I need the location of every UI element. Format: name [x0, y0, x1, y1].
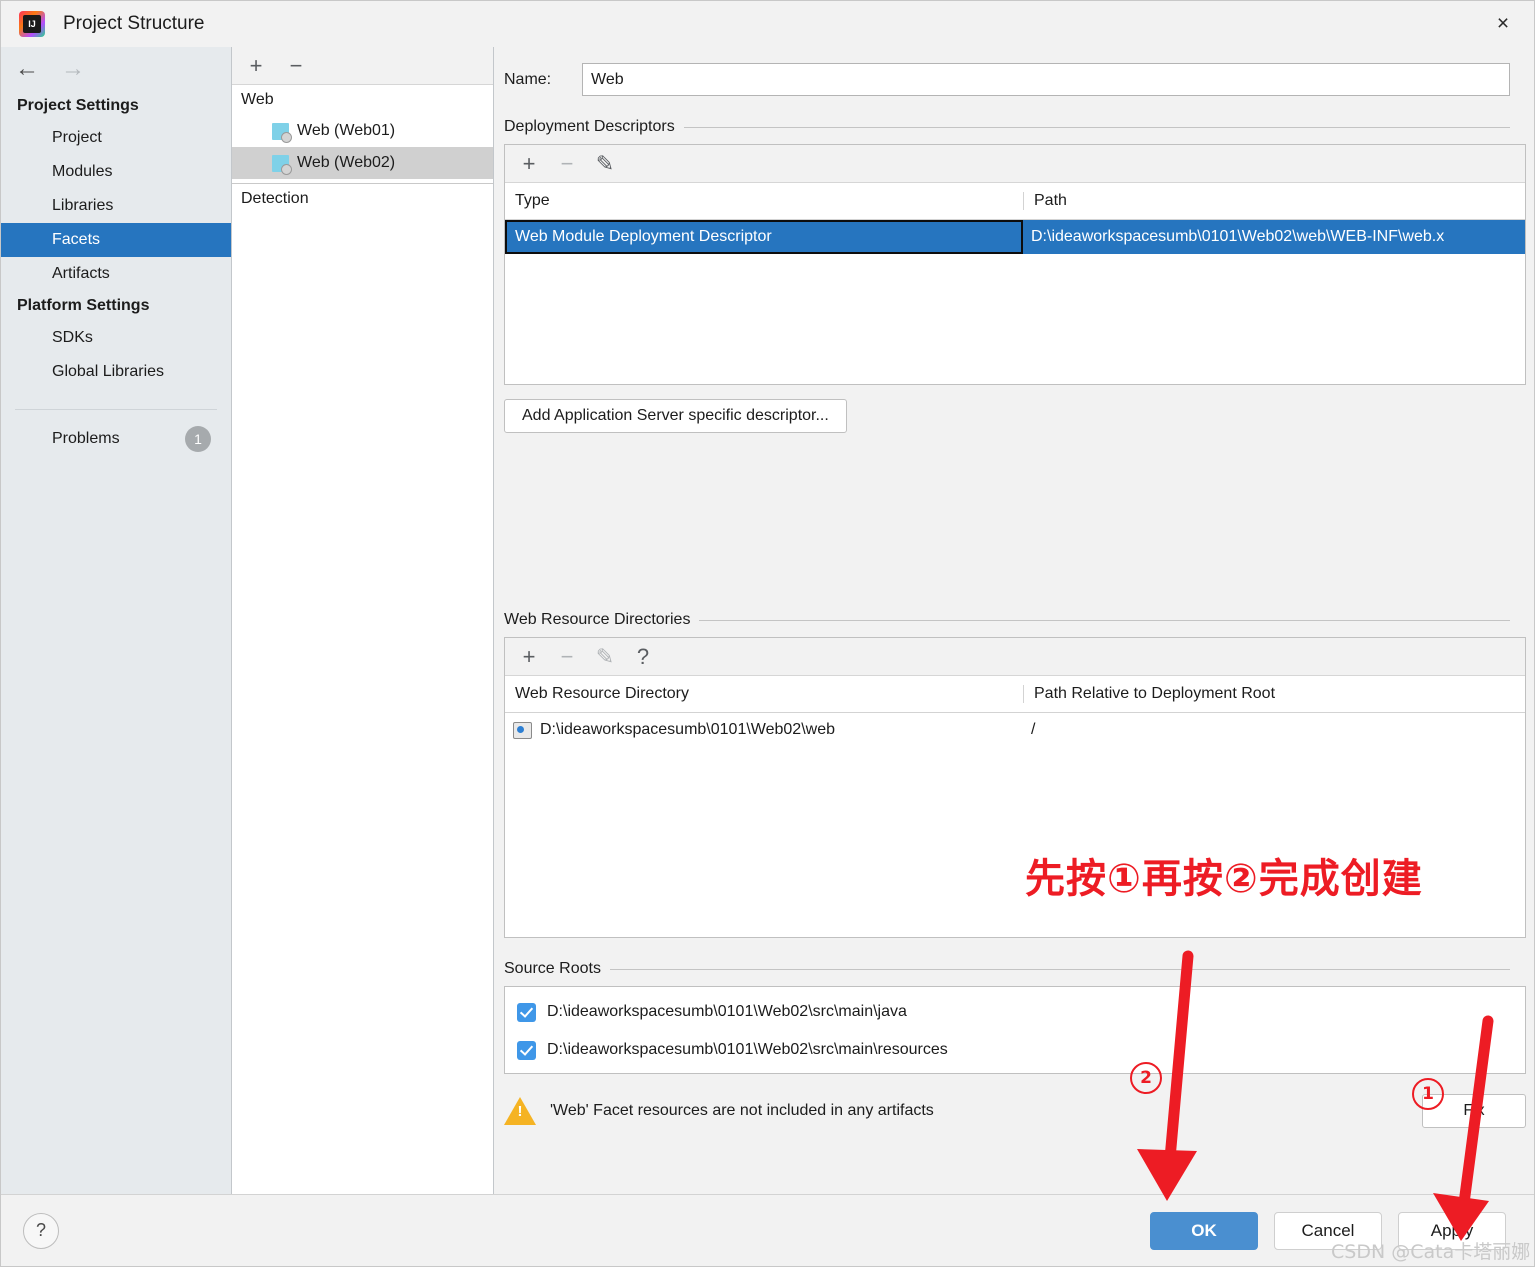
- edit-web-resource-icon[interactable]: ✎: [595, 645, 615, 668]
- source-roots-title: Source Roots: [504, 960, 601, 977]
- warning-triangle-icon: [504, 1097, 536, 1125]
- facet-detail-pane: Name: Deployment Descriptors + − ✎ Type …: [494, 47, 1534, 1194]
- deployment-descriptors-empty-area: [505, 254, 1525, 384]
- column-header-type[interactable]: Type: [505, 192, 1023, 210]
- sidebar-item-modules[interactable]: Modules: [1, 155, 231, 189]
- facet-tree-item-label: Web (Web02): [297, 154, 396, 171]
- folder-icon: [513, 721, 532, 739]
- web-resource-directories-toolbar: + − ✎ ?: [505, 638, 1525, 676]
- back-arrow-icon[interactable]: ←: [15, 57, 39, 81]
- source-roots-header: Source Roots: [504, 960, 1510, 978]
- deployment-descriptors-table-header: Type Path: [505, 183, 1525, 220]
- dialog-footer: ? OK Cancel Apply: [1, 1194, 1534, 1266]
- source-root-path: D:\ideaworkspacesumb\0101\Web02\src\main…: [547, 1041, 948, 1058]
- deployment-descriptors-toolbar: + − ✎: [505, 145, 1525, 183]
- source-root-path: D:\ideaworkspacesumb\0101\Web02\src\main…: [547, 1003, 907, 1020]
- sidebar-item-facets[interactable]: Facets: [1, 223, 231, 257]
- table-row[interactable]: D:\ideaworkspacesumb\0101\Web02\web /: [505, 713, 1525, 747]
- group-divider-line: [683, 126, 1510, 128]
- facet-warning-bar: 'Web' Facet resources are not included i…: [504, 1090, 1526, 1132]
- intellij-idea-logo-icon: [19, 11, 45, 37]
- project-structure-dialog: Project Structure × ← → Project Settings…: [0, 0, 1535, 1267]
- dialog-body: ← → Project Settings Project Modules Lib…: [1, 47, 1534, 1194]
- column-header-path[interactable]: Path: [1023, 192, 1525, 210]
- sidebar-item-libraries[interactable]: Libraries: [1, 189, 231, 223]
- source-roots-panel: D:\ideaworkspacesumb\0101\Web02\src\main…: [504, 986, 1526, 1074]
- facet-tree-item-web02[interactable]: Web (Web02): [232, 147, 493, 179]
- title-bar: Project Structure ×: [1, 1, 1534, 47]
- navigation-arrows: ← →: [1, 47, 231, 91]
- checkbox-checked-icon[interactable]: [517, 1002, 536, 1022]
- web-resource-table-header: Web Resource Directory Path Relative to …: [505, 676, 1525, 713]
- annotation-marker-two: 2: [1130, 1062, 1162, 1094]
- table-row[interactable]: Web Module Deployment Descriptor D:\idea…: [505, 220, 1525, 254]
- column-header-path-relative[interactable]: Path Relative to Deployment Root: [1023, 685, 1525, 703]
- web-resource-relative-path-cell: /: [1031, 721, 1036, 738]
- annotation-marker-one: 1: [1412, 1078, 1444, 1110]
- problems-count-badge: 1: [185, 426, 211, 452]
- edit-descriptor-icon[interactable]: ✎: [595, 152, 615, 175]
- remove-descriptor-icon[interactable]: −: [557, 152, 577, 175]
- sidebar-item-sdks[interactable]: SDKs: [1, 321, 231, 355]
- window-title: Project Structure: [63, 13, 205, 34]
- sidebar-item-artifacts[interactable]: Artifacts: [1, 257, 231, 291]
- remove-web-resource-icon[interactable]: −: [557, 645, 577, 668]
- remove-facet-icon[interactable]: −: [286, 54, 306, 77]
- facet-tree-group-detection[interactable]: Detection: [232, 184, 493, 214]
- sidebar-item-problems[interactable]: Problems 1: [1, 410, 231, 458]
- web-facet-icon: [272, 154, 292, 175]
- close-icon[interactable]: ×: [1472, 1, 1534, 46]
- sidebar-section-project-settings: Project Settings: [17, 97, 139, 114]
- group-divider-line: [609, 968, 1510, 970]
- add-descriptor-icon[interactable]: +: [519, 152, 539, 175]
- name-row: Name:: [494, 47, 1530, 96]
- list-item[interactable]: D:\ideaworkspacesumb\0101\Web02\src\main…: [505, 1031, 1525, 1069]
- add-application-server-descriptor-button[interactable]: Add Application Server specific descript…: [504, 399, 847, 433]
- descriptor-path-cell: D:\ideaworkspacesumb\0101\Web02\web\WEB-…: [1023, 220, 1525, 254]
- ok-button[interactable]: OK: [1150, 1211, 1258, 1250]
- facet-tree-toolbar: + −: [232, 47, 493, 85]
- descriptor-type-cell: Web Module Deployment Descriptor: [505, 220, 1023, 254]
- facet-tree-item-web01[interactable]: Web (Web01): [232, 115, 493, 147]
- checkbox-checked-icon[interactable]: [517, 1040, 536, 1060]
- list-item[interactable]: D:\ideaworkspacesumb\0101\Web02\src\main…: [505, 993, 1525, 1031]
- facet-tree-group-web: Web: [241, 91, 274, 108]
- warning-message: 'Web' Facet resources are not included i…: [550, 1102, 934, 1119]
- forward-arrow-icon[interactable]: →: [61, 57, 85, 81]
- annotation-instruction-text: 先按①再按②完成创建: [1025, 856, 1423, 902]
- problems-label: Problems: [52, 430, 120, 447]
- web-resource-directory-text: D:\ideaworkspacesumb\0101\Web02\web: [540, 721, 835, 738]
- deployment-descriptors-panel: + − ✎ Type Path Web Module Deployment De…: [504, 144, 1526, 385]
- deployment-descriptors-title: Deployment Descriptors: [504, 118, 675, 135]
- sidebar-item-project[interactable]: Project: [1, 121, 231, 155]
- web-resource-directories-title: Web Resource Directories: [504, 611, 691, 628]
- web-resource-directories-header: Web Resource Directories: [504, 611, 1510, 629]
- csdn-watermark: CSDN @Cata卡塔丽娜: [1331, 1241, 1531, 1263]
- web-resource-directory-cell: D:\ideaworkspacesumb\0101\Web02\web: [505, 713, 1023, 747]
- column-header-web-resource-directory[interactable]: Web Resource Directory: [505, 685, 1023, 703]
- web-resource-empty-area: [505, 747, 1525, 937]
- name-input[interactable]: [582, 63, 1510, 96]
- add-server-descriptor-wrap: Add Application Server specific descript…: [504, 399, 1530, 433]
- settings-sidebar: ← → Project Settings Project Modules Lib…: [1, 47, 232, 1194]
- help-icon[interactable]: ?: [23, 1212, 59, 1249]
- sidebar-section-platform-settings: Platform Settings: [17, 297, 150, 314]
- add-web-resource-icon[interactable]: +: [519, 645, 539, 668]
- name-label: Name:: [504, 70, 552, 88]
- group-divider-line: [699, 619, 1510, 621]
- help-web-resource-icon[interactable]: ?: [633, 645, 653, 668]
- facet-tree-item-label: Web (Web01): [297, 122, 396, 139]
- deployment-descriptors-header: Deployment Descriptors: [504, 118, 1510, 136]
- facet-tree-panel: + − Web Web (Web01) Web (Web02) Detectio…: [232, 47, 494, 1194]
- sidebar-item-global-libraries[interactable]: Global Libraries: [1, 355, 231, 389]
- add-facet-icon[interactable]: +: [246, 54, 266, 77]
- web-facet-icon: [272, 122, 292, 143]
